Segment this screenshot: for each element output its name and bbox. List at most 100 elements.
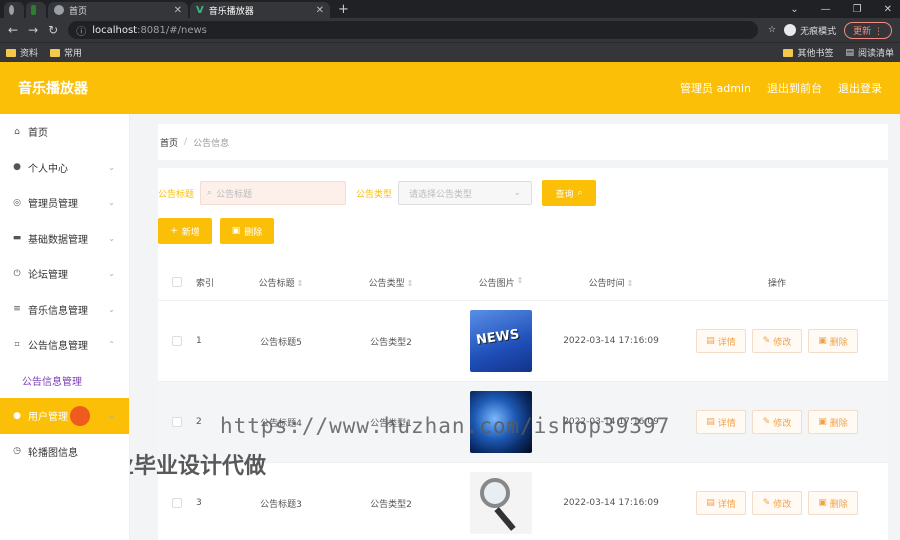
browser-tab-0[interactable] [4, 2, 24, 18]
chevron-down-icon: ⌄ [108, 411, 115, 421]
sidebar-item-forum[interactable]: ⏻ 论坛管理 ⌄ [0, 256, 129, 292]
incognito-indicator[interactable]: 无痕模式 [784, 24, 836, 37]
minimize-icon[interactable]: — [821, 4, 831, 15]
title-search-input[interactable]: ⌕ 公告标题 [200, 181, 347, 205]
sidebar-item-home[interactable]: ⌂ 首页 [0, 114, 129, 150]
header-title[interactable]: 公告标题 ⇕ [226, 276, 336, 289]
url-field[interactable]: ⓘ localhost:8081/#/news [68, 21, 759, 39]
row-checkbox[interactable] [172, 336, 182, 346]
handle-shape [494, 507, 516, 531]
query-button[interactable]: 查询 ⌕ [542, 180, 597, 206]
add-button[interactable]: + 新增 [158, 218, 212, 244]
delete-button[interactable]: ▣ 删除 [808, 410, 858, 434]
sidebar-subitem-notices[interactable]: 公告信息管理 [0, 363, 129, 399]
reading-list-icon: ▤ [845, 47, 854, 58]
cell-title: 公告标题3 [260, 499, 302, 510]
sidebar-item-carousel[interactable]: ◷ 轮播图信息 [0, 434, 129, 470]
sidebar-item-music[interactable]: ≡ 音乐信息管理 ⌄ [0, 292, 129, 328]
star-icon[interactable]: ☆ [768, 25, 776, 35]
header-ops: 操作 [767, 278, 786, 289]
data-icon: ▬ [12, 233, 22, 244]
clock-icon: ◷ [13, 446, 21, 457]
thumbnail-text: NEWS [475, 327, 521, 348]
edit-button[interactable]: ✎ 修改 [752, 410, 802, 434]
bookmark-folder[interactable]: 常用 [50, 46, 82, 59]
admin-label: 管理员 admin [680, 82, 751, 95]
close-icon[interactable]: ✕ [174, 5, 182, 16]
document-icon: ▤ [706, 417, 715, 427]
cell-time: 2022-03-14 17:16:09 [563, 336, 659, 346]
info-icon: ⓘ [76, 26, 87, 38]
list-icon: ≡ [13, 304, 21, 315]
cell-title: 公告标题4 [260, 418, 302, 429]
delete-button[interactable]: ▣ 删除 [808, 491, 858, 515]
op-label: 详情 [717, 337, 736, 348]
header-image[interactable]: 公告图片 ⇕ [446, 276, 556, 289]
close-window-icon[interactable]: ✕ [884, 4, 892, 15]
sidebar-item-notices[interactable]: ⌗ 公告信息管理 ⌃ [0, 327, 129, 363]
delete-button[interactable]: ▣ 删除 [808, 329, 858, 353]
op-label: 详情 [717, 499, 736, 510]
chevron-down-icon: ⌄ [108, 233, 115, 243]
forward-icon[interactable]: → [28, 23, 38, 37]
app-icon [31, 5, 36, 15]
crop-icon: ⌗ [14, 339, 20, 350]
add-label: 新增 [181, 227, 200, 238]
browser-tab-3[interactable]: V 音乐播放器 ✕ [190, 2, 330, 18]
globe-icon [54, 5, 64, 15]
row-checkbox[interactable] [172, 417, 182, 427]
news-thumbnail[interactable]: NEWS [470, 310, 532, 372]
batch-delete-button[interactable]: ▣ 删除 [220, 218, 274, 244]
chevron-down-icon[interactable]: ⌄ [790, 4, 798, 15]
browser-tabbar: 首页 ✕ V 音乐播放器 ✕ + ⌄ — ❐ ✕ [0, 0, 900, 18]
query-label: 查询 [555, 189, 574, 200]
sidebar-item-basic-data[interactable]: ▬ 基础数据管理 ⌄ [0, 221, 129, 257]
magnifier-thumbnail[interactable] [470, 472, 532, 534]
logout-link[interactable]: 退出登录 [838, 80, 882, 96]
detail-button[interactable]: ▤ 详情 [696, 410, 746, 434]
edit-button[interactable]: ✎ 修改 [752, 329, 802, 353]
notice-table: 索引 公告标题 ⇕ 公告类型 ⇕ 公告图片 ⇕ 公告时间 ⇕ 操作 1 公告标题5 公告… [158, 264, 888, 540]
header-time[interactable]: 公告时间 ⇕ [556, 276, 666, 289]
reading-list[interactable]: ▤ 阅读清单 [845, 46, 894, 60]
sidebar-item-profile[interactable]: ● 个人中心 ⌄ [0, 150, 129, 186]
new-tab-icon[interactable]: + [338, 2, 349, 17]
sidebar-item-users[interactable]: ● 用户管理 ⌄ [0, 398, 129, 434]
reload-icon[interactable]: ↻ [48, 23, 58, 37]
sort-icon: ⇕ [516, 275, 524, 285]
breadcrumb-current: 公告信息 [193, 138, 230, 149]
row-checkbox[interactable] [172, 498, 182, 508]
app-header: 音乐播放器 管理员 admin 退出到前台 退出登录 [0, 62, 900, 114]
tab-title: 首页 [69, 6, 88, 17]
edit-icon: ✎ [762, 498, 771, 508]
bookmark-folder[interactable]: 资料 [6, 46, 38, 59]
back-to-front-link[interactable]: 退出到前台 [767, 80, 822, 96]
update-button[interactable]: 更新 ⋮ [844, 21, 892, 39]
browser-tab-2[interactable]: 首页 ✕ [48, 2, 188, 18]
breadcrumb-home[interactable]: 首页 [160, 136, 178, 149]
browser-tab-1[interactable] [26, 2, 46, 18]
globe-icon [9, 5, 14, 15]
back-icon[interactable]: ← [8, 23, 18, 37]
globe-thumbnail[interactable] [470, 391, 532, 453]
type-select[interactable]: 请选择公告类型 ⌄ [398, 181, 533, 205]
detail-button[interactable]: ▤ 详情 [696, 329, 746, 353]
edit-button[interactable]: ✎ 修改 [752, 491, 802, 515]
select-all-checkbox[interactable] [172, 277, 182, 287]
folder-icon [783, 48, 794, 57]
detail-button[interactable]: ▤ 详情 [696, 491, 746, 515]
header-links: 管理员 admin 退出到前台 退出登录 [680, 80, 882, 96]
folder-icon [6, 48, 16, 57]
cell-title: 公告标题5 [260, 337, 302, 348]
restore-icon[interactable]: ❐ [853, 4, 862, 15]
close-icon[interactable]: ✕ [316, 5, 324, 16]
cell-index: 3 [196, 498, 202, 508]
sidebar-item-admins[interactable]: ◎ 管理员管理 ⌄ [0, 185, 129, 221]
edit-icon: ✎ [762, 336, 771, 346]
table-row: 1 公告标题5 公告类型2 NEWS 2022-03-14 17:16:09 ▤… [158, 300, 888, 381]
trash-icon: ▣ [818, 417, 827, 427]
sidebar-item-label: 轮播图信息 [28, 447, 78, 459]
bookmark-folder[interactable]: 其他书签 [783, 46, 833, 59]
header-type[interactable]: 公告类型 ⇕ [336, 276, 446, 289]
cell-index: 1 [196, 336, 202, 346]
